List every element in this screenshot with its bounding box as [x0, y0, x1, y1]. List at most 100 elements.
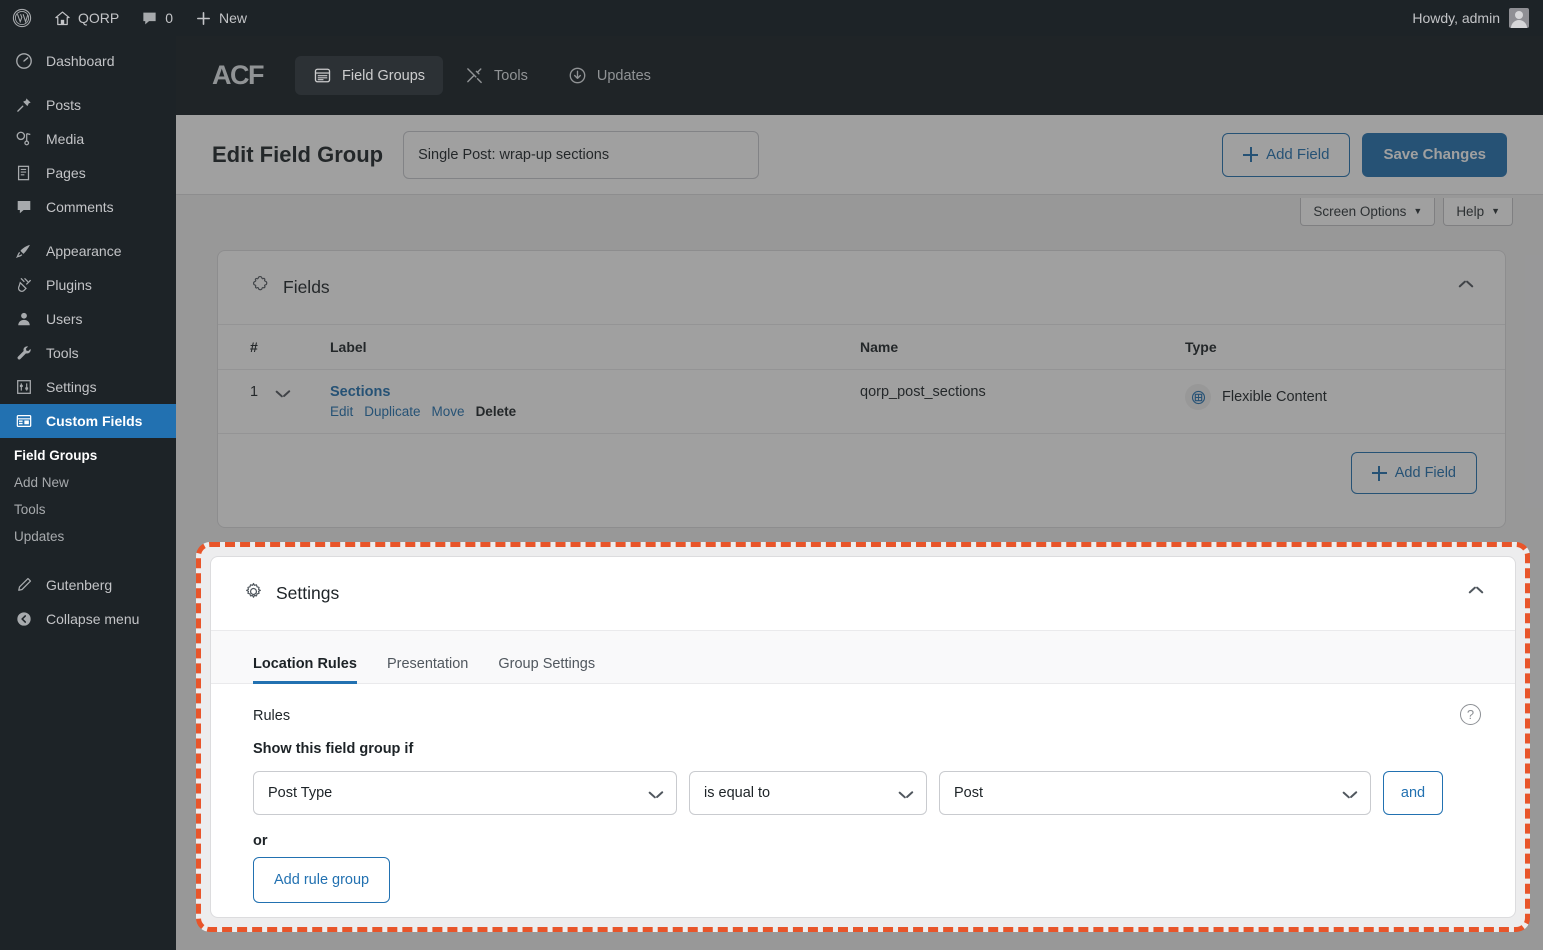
wp-admin-bar: QORP 0 New Howdy, admin: [0, 0, 1543, 36]
howdy-label[interactable]: Howdy, admin: [1412, 10, 1500, 26]
sidebar-item-appearance[interactable]: Appearance: [0, 234, 176, 268]
chevron-down-icon: [649, 785, 662, 801]
chevron-down-icon: ▼: [1491, 207, 1500, 216]
submenu-item-updates[interactable]: Updates: [0, 523, 176, 550]
acf-tab-label: Field Groups: [342, 68, 425, 84]
sidebar-item-users[interactable]: Users: [0, 302, 176, 336]
field-name-cell: qorp_post_sections: [860, 370, 1185, 434]
sidebar-item-media[interactable]: Media: [0, 122, 176, 156]
wrench-icon: [14, 343, 34, 363]
add-field-button-top[interactable]: Add Field: [1222, 133, 1350, 177]
save-changes-button[interactable]: Save Changes: [1362, 133, 1507, 177]
avatar[interactable]: [1509, 8, 1529, 28]
location-rules-body: ? Rules Show this field group if Post Ty…: [211, 684, 1515, 903]
submenu-item-tools[interactable]: Tools: [0, 496, 176, 523]
sidebar-label: Users: [46, 311, 83, 327]
rule-operator-value: is equal to: [704, 785, 770, 801]
field-move-link[interactable]: Move: [432, 404, 465, 419]
home-icon: [54, 10, 71, 27]
rule-param-select[interactable]: Post Type: [253, 771, 677, 815]
updates-icon: [568, 66, 587, 85]
fields-table-header-row: # Label Name Type: [218, 325, 1505, 370]
sidebar-label: Appearance: [46, 243, 122, 259]
sidebar-label: Plugins: [46, 277, 92, 293]
sidebar-item-comments[interactable]: Comments: [0, 190, 176, 224]
field-group-title-input[interactable]: Single Post: wrap-up sections: [403, 131, 759, 179]
sidebar-label: Custom Fields: [46, 413, 142, 429]
comments-button[interactable]: 0: [130, 0, 184, 36]
chevron-up-icon: [1459, 283, 1473, 292]
field-expand-toggle[interactable]: [276, 370, 330, 434]
sidebar-label: Posts: [46, 97, 81, 113]
sidebar-item-gutenberg[interactable]: Gutenberg: [0, 568, 176, 602]
column-header-label: Label: [330, 325, 860, 370]
screen-options-button[interactable]: Screen Options ▼: [1300, 198, 1435, 226]
fields-panel: Fields # Label Name Type 1: [217, 250, 1506, 528]
sidebar-item-custom-fields[interactable]: Custom Fields: [0, 404, 176, 438]
column-header-name: Name: [860, 325, 1185, 370]
settings-tabs: Location Rules Presentation Group Settin…: [211, 631, 1515, 684]
sidebar-item-posts[interactable]: Posts: [0, 88, 176, 122]
new-content-button[interactable]: New: [184, 0, 258, 36]
add-and-rule-button[interactable]: and: [1383, 771, 1443, 815]
site-name-label: QORP: [78, 10, 119, 26]
pencil-icon: [14, 575, 34, 595]
chevron-down-icon: [899, 785, 912, 801]
tab-group-settings[interactable]: Group Settings: [498, 656, 595, 683]
tools-icon: [465, 66, 484, 85]
rule-value-select[interactable]: Post: [939, 771, 1371, 815]
acf-logo[interactable]: ACF: [212, 60, 263, 91]
field-label-cell: Sections Edit Duplicate Move Delete: [330, 370, 860, 434]
menu-separator: [0, 224, 176, 234]
sidebar-item-dashboard[interactable]: Dashboard: [0, 44, 176, 78]
fields-panel-collapse-toggle[interactable]: [1459, 279, 1473, 297]
help-button[interactable]: Help ▼: [1443, 198, 1513, 226]
acf-tab-field-groups[interactable]: Field Groups: [295, 56, 443, 95]
wordpress-logo-button[interactable]: [0, 0, 43, 36]
acf-tab-updates[interactable]: Updates: [550, 56, 669, 95]
submenu-item-add-new[interactable]: Add New: [0, 469, 176, 496]
sidebar-label: Dashboard: [46, 53, 115, 69]
rules-heading: Rules: [253, 708, 1473, 724]
rule-operator-select[interactable]: is equal to: [689, 771, 927, 815]
sidebar-label: Gutenberg: [46, 577, 112, 593]
settings-panel: Settings Location Rules Presentation Gro…: [210, 556, 1516, 918]
gear-icon: [243, 581, 264, 607]
acf-tab-tools[interactable]: Tools: [447, 56, 546, 95]
sidebar-label: Comments: [46, 199, 114, 215]
location-rule-row: Post Type is equal to Post and: [253, 771, 1473, 815]
field-label-link[interactable]: Sections: [330, 384, 390, 400]
tab-location-rules[interactable]: Location Rules: [253, 656, 357, 683]
sidebar-item-settings[interactable]: Settings: [0, 370, 176, 404]
add-rule-group-button[interactable]: Add rule group: [253, 857, 390, 903]
sidebar-label: Collapse menu: [46, 611, 139, 627]
settings-panel-collapse-toggle[interactable]: [1469, 585, 1483, 603]
sidebar-item-pages[interactable]: Pages: [0, 156, 176, 190]
settings-panel-highlight: Settings Location Rules Presentation Gro…: [196, 542, 1530, 932]
sidebar-item-tools[interactable]: Tools: [0, 336, 176, 370]
submenu-item-field-groups[interactable]: Field Groups: [0, 442, 176, 469]
acf-toolbar: ACF Field Groups Tools Updates: [176, 36, 1543, 115]
site-name-button[interactable]: QORP: [43, 0, 130, 36]
settings-panel-title: Settings: [276, 583, 339, 604]
help-circle-icon[interactable]: ?: [1460, 704, 1481, 725]
add-field-button-bottom[interactable]: Add Field: [1351, 452, 1477, 494]
dashboard-icon: [14, 51, 34, 71]
puzzle-icon: [250, 275, 271, 301]
pin-icon: [14, 95, 34, 115]
page-icon: [14, 163, 34, 183]
chevron-up-icon: [1469, 589, 1483, 598]
field-edit-link[interactable]: Edit: [330, 404, 353, 419]
sidebar-item-plugins[interactable]: Plugins: [0, 268, 176, 302]
sidebar-item-collapse-menu[interactable]: Collapse menu: [0, 602, 176, 636]
field-duplicate-link[interactable]: Duplicate: [364, 404, 420, 419]
wordpress-logo-icon: [12, 8, 32, 28]
or-label: or: [253, 833, 1473, 849]
add-field-label: Add Field: [1266, 146, 1329, 163]
table-row[interactable]: 1 Sections EditDuplicateMoveDelete qorp_…: [218, 370, 1505, 434]
field-delete-link[interactable]: Delete: [476, 404, 517, 419]
custom-fields-submenu: Field Groups Add New Tools Updates: [0, 438, 176, 558]
field-groups-icon: [313, 66, 332, 85]
tab-presentation[interactable]: Presentation: [387, 656, 468, 683]
plus-icon: [1243, 147, 1258, 162]
